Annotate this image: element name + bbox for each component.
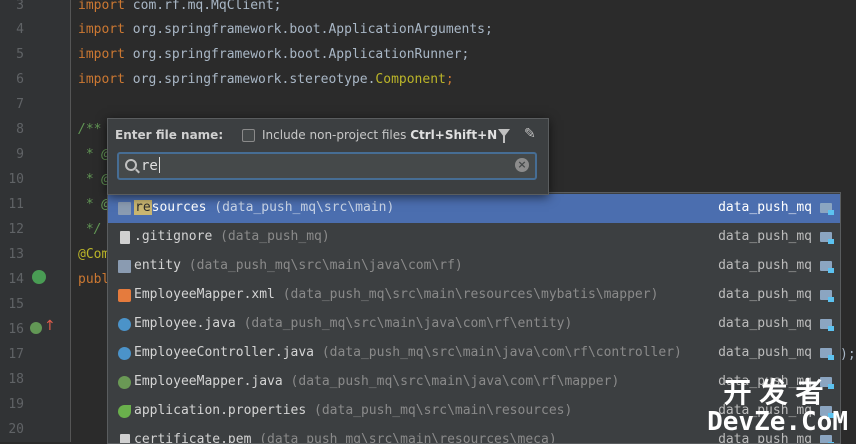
include-non-project-checkbox[interactable]	[242, 129, 255, 142]
watermark-top: 开发者	[723, 376, 832, 409]
search-icon	[125, 159, 137, 171]
file-search-box[interactable]: re ×	[117, 152, 537, 180]
line-number: 14	[8, 272, 24, 287]
watermark-bottom: DevZe.CoM	[707, 407, 848, 437]
watermark-logo: 开发者 DevZe.CoM	[707, 376, 848, 437]
result-name: Employee.java (data_push_mq\src\main\jav…	[134, 316, 573, 331]
properties-icon	[118, 405, 131, 418]
shortcut-label: Ctrl+Shift+N	[410, 128, 498, 142]
code-line-6: import org.springframework.stereotype.Co…	[78, 72, 454, 87]
line-number: 10	[8, 172, 24, 187]
line-number: 11	[8, 197, 24, 212]
line-number: 16	[8, 322, 24, 337]
line-number: 8	[16, 122, 24, 137]
code-line-12: */	[78, 222, 102, 237]
line-number: 18	[8, 372, 24, 387]
code-line-14: publ	[78, 272, 110, 287]
line-number: 5	[16, 47, 24, 62]
pin-icon[interactable]: ✎	[524, 126, 536, 142]
result-name: EmployeeMapper.java (data_push_mq\src\ma…	[134, 374, 620, 389]
result-module: data_push_mq	[718, 287, 812, 302]
file-search-input[interactable]: re	[141, 157, 160, 175]
line-number: 20	[8, 422, 24, 437]
result-module: data_push_mq	[718, 229, 812, 244]
result-row[interactable]: EmployeeController.java (data_push_mq\sr…	[108, 339, 840, 368]
file-icon	[120, 434, 130, 443]
code-line-13: @Com	[78, 247, 110, 262]
result-row[interactable]: resources (data_push_mq\src\main) data_p…	[108, 194, 840, 223]
result-name: certificate.pem (data_push_mq\src\main\r…	[134, 432, 557, 444]
result-name: resources (data_push_mq\src\main)	[134, 200, 395, 215]
line-number: 4	[16, 22, 24, 37]
result-module: data_push_mq	[718, 316, 812, 331]
result-module: data_push_mq	[718, 258, 812, 273]
result-row[interactable]: EmployeeMapper.xml (data_push_mq\src\mai…	[108, 281, 840, 310]
code-line-4: import org.springframework.boot.Applicat…	[78, 22, 493, 37]
code-line-17-tail: );	[840, 347, 856, 362]
interface-icon	[118, 376, 131, 389]
code-line-11: * @	[78, 197, 110, 212]
line-number: 7	[16, 97, 24, 112]
result-row[interactable]: .gitignore (data_push_mq) data_push_mq	[108, 223, 840, 252]
result-module: data_push_mq	[718, 200, 812, 215]
result-name: EmployeeMapper.xml (data_push_mq\src\mai…	[134, 287, 659, 302]
text-caret	[158, 157, 160, 173]
result-row[interactable]: Employee.java (data_push_mq\src\main\jav…	[108, 310, 840, 339]
line-number: 17	[8, 347, 24, 362]
code-line-8: /**	[78, 122, 102, 137]
module-icon	[820, 319, 834, 331]
class-icon	[118, 347, 131, 360]
folder-icon	[118, 202, 131, 215]
folder-icon	[118, 260, 131, 273]
module-icon	[820, 261, 834, 273]
line-number: 13	[8, 247, 24, 262]
code-line-5: import org.springframework.boot.Applicat…	[78, 47, 470, 62]
line-number: 9	[16, 147, 24, 162]
code-line-10: * @	[78, 172, 110, 187]
dialog-label: Enter file name:	[115, 128, 224, 142]
line-number: 12	[8, 222, 24, 237]
module-icon	[820, 290, 834, 302]
match-highlight: re	[134, 200, 152, 215]
result-name: application.properties (data_push_mq\src…	[134, 403, 573, 418]
result-row[interactable]: entity (data_push_mq\src\main\java\com\r…	[108, 252, 840, 281]
xml-icon	[118, 289, 131, 302]
editor-gutter: 3 4 5 6 7 8 9 10 11 12 13 14 15 16 17 18…	[0, 0, 71, 442]
result-module: data_push_mq	[718, 345, 812, 360]
goto-file-dialog[interactable]: Enter file name: Include non-project fil…	[107, 118, 549, 195]
line-number: 6	[16, 72, 24, 87]
class-icon	[118, 318, 131, 331]
module-icon	[820, 348, 834, 360]
module-icon	[820, 203, 834, 215]
line-number: 3	[16, 0, 24, 13]
result-name: entity (data_push_mq\src\main\java\com\r…	[134, 258, 463, 273]
module-icon	[820, 232, 834, 244]
code-line-3: import com.rf.mq.MqClient;	[78, 0, 282, 13]
override-arrow-icon[interactable]: ↑	[44, 318, 56, 334]
line-number: 19	[8, 397, 24, 412]
clear-icon[interactable]: ×	[515, 158, 529, 172]
implements-method-icon[interactable]	[30, 322, 42, 334]
line-number: 15	[8, 297, 24, 312]
result-name: EmployeeController.java (data_push_mq\sr…	[134, 345, 682, 360]
filter-icon[interactable]	[498, 129, 510, 143]
file-icon	[120, 231, 130, 244]
spring-bean-icon[interactable]	[32, 270, 46, 284]
code-line-9: * @	[78, 147, 110, 162]
include-non-project-label[interactable]: Include non-project files Ctrl+Shift+N	[262, 128, 497, 142]
result-name: .gitignore (data_push_mq)	[134, 229, 330, 244]
